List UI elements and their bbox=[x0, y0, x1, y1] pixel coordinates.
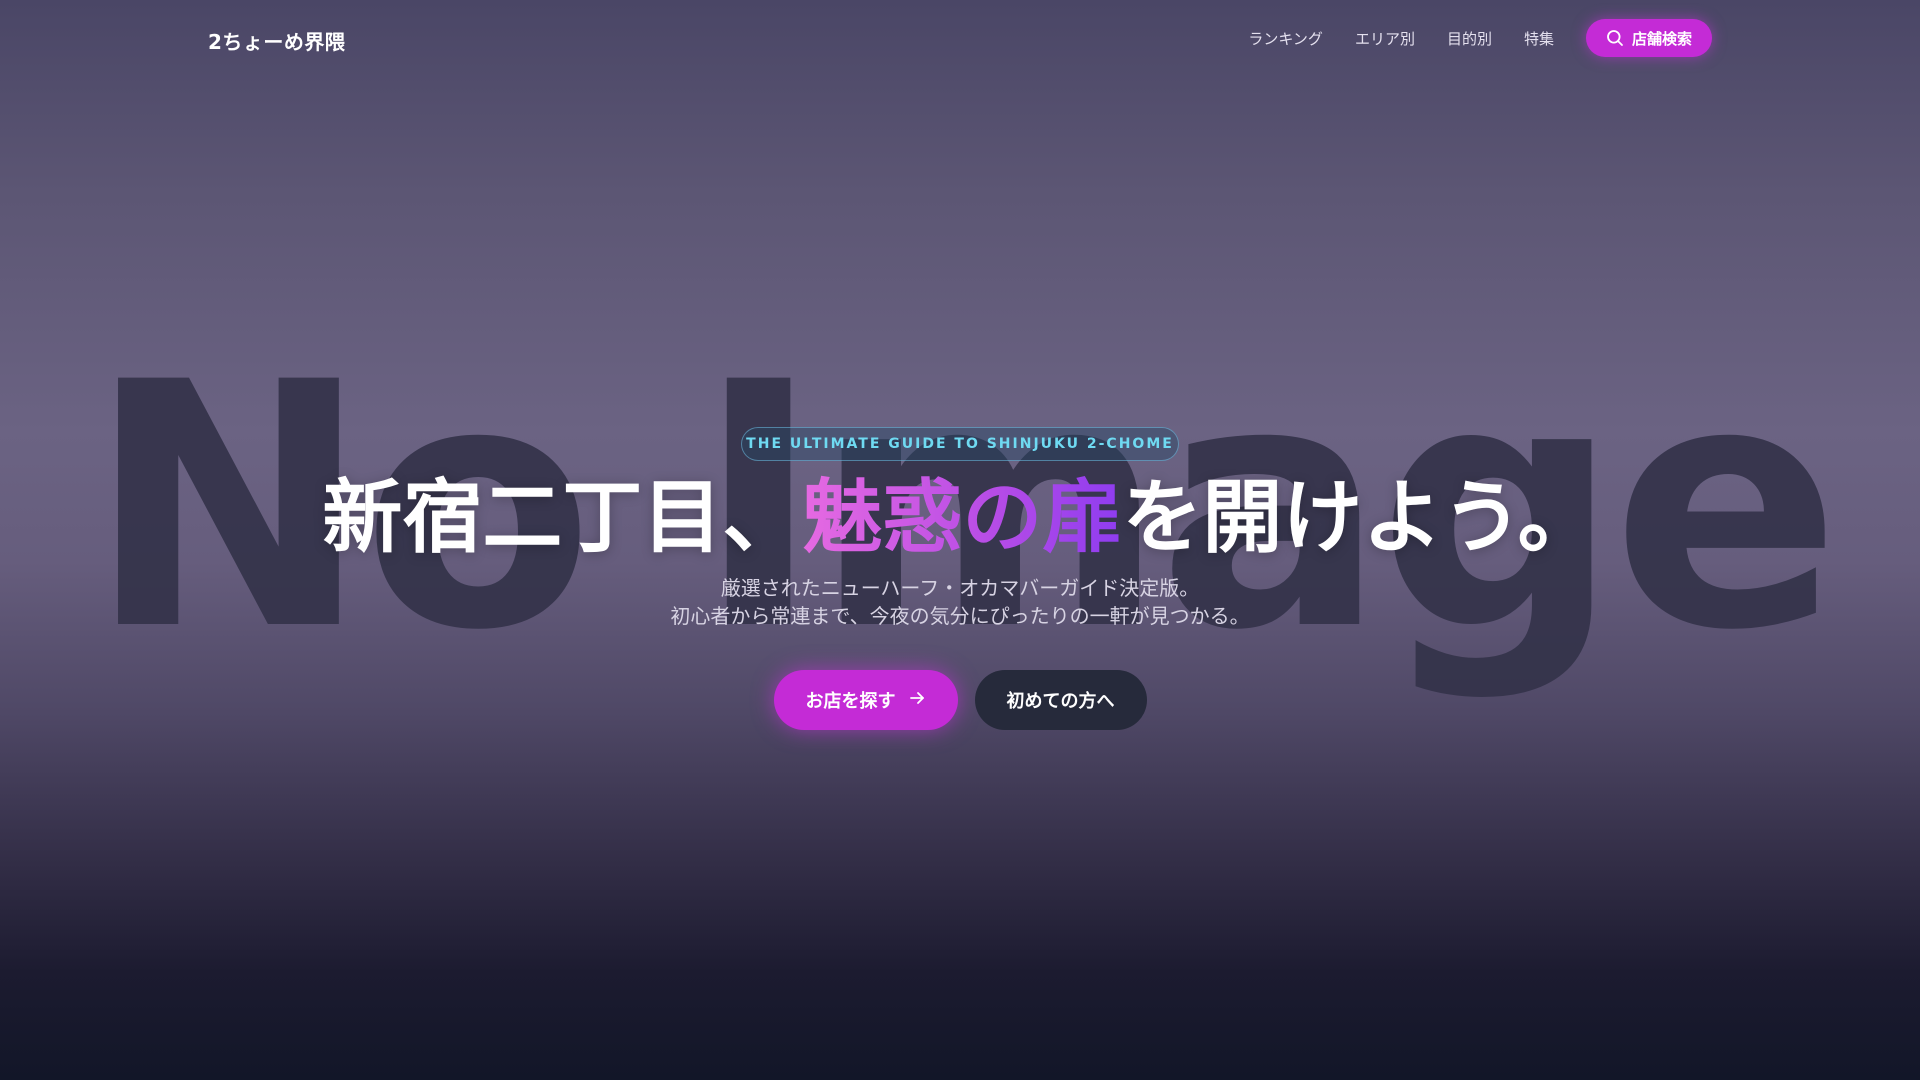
site-logo[interactable]: 2ちょーめ界隈 bbox=[208, 26, 345, 55]
store-search-label: 店舗検索 bbox=[1631, 29, 1692, 48]
find-store-label: お店を探す bbox=[805, 691, 896, 712]
nav-ranking[interactable]: ランキング bbox=[1248, 28, 1323, 49]
hero-subtitle: 厳選されたニューハーフ・オカマバーガイド決定版。 初心者から常連まで、今夜の気分… bbox=[0, 574, 1920, 630]
main-nav: ランキング エリア別 目的別 特集 店舗検索 bbox=[1248, 19, 1712, 57]
hero-section: THE ULTIMATE GUIDE TO SHINJUKU 2-CHOME 新… bbox=[0, 0, 1920, 1080]
headline-accent: 魅惑の扉 bbox=[802, 471, 1123, 564]
site-header: 2ちょーめ界隈 ランキング エリア別 目的別 特集 店舗検索 bbox=[0, 0, 1920, 76]
first-time-button[interactable]: 初めての方へ bbox=[974, 670, 1147, 730]
nav-area[interactable]: エリア別 bbox=[1355, 28, 1415, 49]
arrow-right-icon bbox=[908, 689, 926, 712]
store-search-button[interactable]: 店舗検索 bbox=[1585, 19, 1712, 57]
subtitle-line-2: 初心者から常連まで、今夜の気分にぴったりの一軒が見つかる。 bbox=[670, 604, 1250, 628]
hero-headline: 新宿二丁目、魅惑の扉を開けよう。 bbox=[0, 470, 1920, 566]
search-icon bbox=[1606, 29, 1624, 47]
nav-purpose[interactable]: 目的別 bbox=[1447, 28, 1492, 49]
nav-feature[interactable]: 特集 bbox=[1524, 28, 1554, 49]
headline-part-2: を開けよう。 bbox=[1122, 471, 1598, 564]
guide-badge: THE ULTIMATE GUIDE TO SHINJUKU 2-CHOME bbox=[741, 427, 1179, 461]
find-store-button[interactable]: お店を探す bbox=[773, 670, 958, 730]
subtitle-line-1: 厳選されたニューハーフ・オカマバーガイド決定版。 bbox=[720, 576, 1200, 600]
headline-part-1: 新宿二丁目、 bbox=[322, 471, 803, 564]
cta-row: お店を探す 初めての方へ bbox=[0, 670, 1920, 730]
